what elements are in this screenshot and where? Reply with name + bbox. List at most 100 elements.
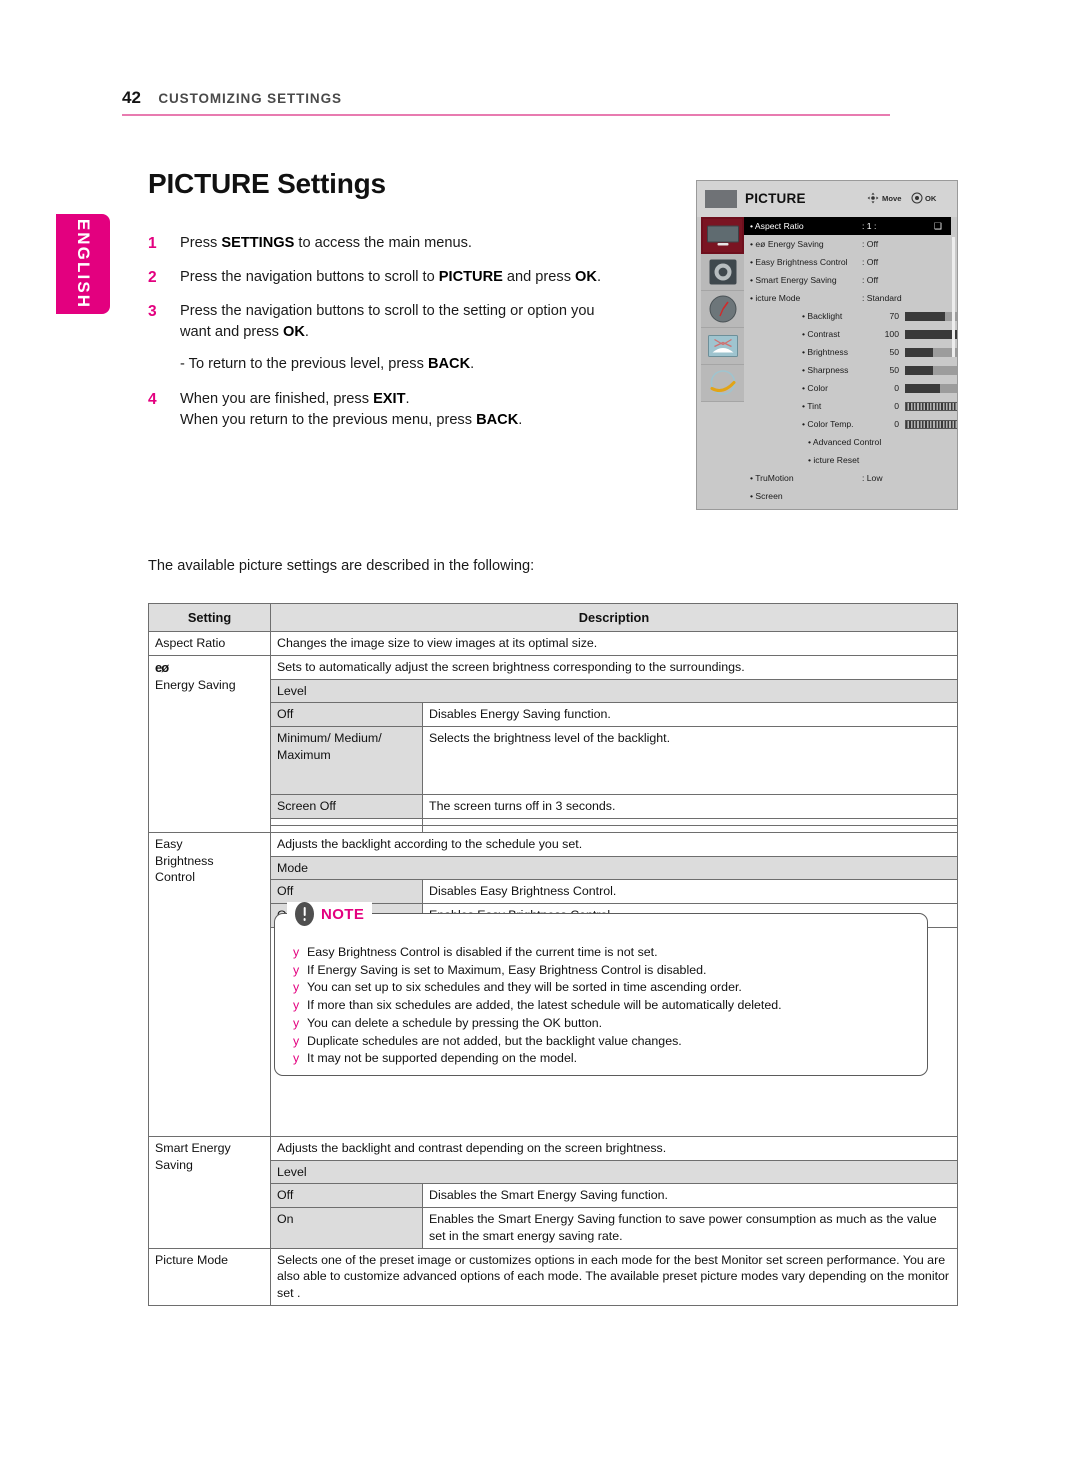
osd-menu-item[interactable]: • Aspect Ratio: 1 : ❑: [744, 217, 951, 235]
osd-slider-bar[interactable]: [905, 312, 957, 321]
osd-rail-monitor-icon[interactable]: [701, 217, 744, 254]
osd-ok-hint: OK: [925, 194, 937, 203]
osd-slider-value: 70: [889, 311, 899, 321]
desc-smart-off: Disables the Smart Energy Saving functio…: [422, 1183, 958, 1209]
osd-menu-item[interactable]: • Screen: [744, 487, 951, 505]
osd-slider-value: 50: [889, 347, 899, 357]
osd-item-value: : Off: [862, 275, 879, 285]
osd-scrollbar[interactable]: [952, 237, 955, 357]
instruction-steps: 1 Press SETTINGS to access the main menus…: [148, 233, 618, 444]
step-text: Press the navigation buttons to scroll t…: [180, 269, 601, 286]
osd-slider-bar[interactable]: [905, 402, 957, 411]
osd-rail-clock-icon[interactable]: [701, 291, 744, 328]
osd-item-value: : Off: [862, 239, 879, 249]
desc-energy-screen-off: The screen turns off in 3 seconds.: [422, 794, 958, 819]
desc-energy-levels: Selects the brightness level of the back…: [422, 726, 958, 796]
table-row: eø Energy Saving Sets to automatically a…: [148, 655, 958, 833]
osd-item-label: • TruMotion: [750, 473, 794, 483]
dpad-icon: [867, 192, 879, 204]
osd-rail-screen-icon[interactable]: [701, 328, 744, 365]
osd-item-arrow-icon: ❑: [933, 221, 942, 231]
osd-menu-item[interactable]: • icture Reset: [744, 451, 951, 469]
osd-item-value: : Standard: [862, 293, 902, 303]
osd-menu-item[interactable]: • icture Mode : Standard: [744, 289, 951, 307]
step-number: 4: [148, 390, 157, 408]
osd-item-label: • eø Energy Saving: [750, 239, 824, 249]
osd-item-label: • Advanced Control: [808, 437, 882, 447]
osd-icon-rail: [701, 217, 744, 465]
osd-title-bar: PICTURE Move OK: [697, 181, 957, 217]
osd-slider-bar[interactable]: [905, 384, 957, 393]
note-bullet-icon: y: [293, 1051, 300, 1066]
osd-slider-value: 100: [884, 329, 899, 339]
table-header-row: Setting Description: [148, 602, 958, 633]
osd-slider-row[interactable]: • Color Temp. 0: [744, 415, 957, 433]
step-text: Press the navigation buttons to scroll t…: [180, 303, 595, 341]
language-tab: ENGLISH: [56, 214, 110, 314]
note-bullet-icon: y: [293, 1015, 300, 1030]
osd-item-label: • Aspect Ratio: [750, 221, 804, 231]
osd-slider-bar[interactable]: [905, 420, 957, 429]
osd-slider-row[interactable]: • Contrast 100: [744, 325, 957, 343]
osd-menu-item[interactable]: • Easy Brightness Control: Off: [744, 253, 951, 271]
osd-move-hint: Move: [882, 194, 902, 203]
osd-logo-icon: [705, 190, 737, 208]
table-row: Off Disables the Smart Energy Saving fun…: [149, 1183, 958, 1209]
desc-smart-on: Enables the Smart Energy Saving function…: [422, 1207, 958, 1249]
note-label: NOTE: [321, 905, 365, 923]
osd-menu-item[interactable]: • TruMotion: Low: [744, 469, 951, 487]
osd-slider-label: • Brightness: [802, 347, 848, 357]
note-item: y It may not be supported depending on th…: [293, 1050, 913, 1068]
group-energy-saving-level: Level: [270, 678, 958, 704]
osd-slider-bar[interactable]: [905, 366, 957, 375]
group-easy-brightness-mode: Mode: [270, 855, 958, 881]
step-number: 3: [148, 303, 157, 321]
option-smart-off: Off: [270, 1183, 423, 1209]
intro-paragraph: The available picture settings are descr…: [148, 558, 535, 574]
osd-picture-menu-screenshot: PICTURE Move OK • Aspect Ratio: 1 : ❑ • eø…: [696, 180, 958, 510]
osd-slider-value: 50: [889, 365, 899, 375]
desc-smart-energy: Adjusts the backlight and contrast depen…: [270, 1135, 958, 1161]
osd-menu-item[interactable]: • Advanced Control: [744, 433, 951, 451]
osd-menu-item[interactable]: • Smart Energy Saving : Off: [744, 271, 951, 289]
osd-rail-speaker-icon[interactable]: [701, 254, 744, 291]
osd-slider-row[interactable]: • Tint 0: [744, 397, 957, 415]
note-box: NOTE y Easy Brightness Control is disable…: [274, 902, 928, 1076]
osd-slider-label: • Backlight: [802, 311, 843, 321]
table-row: Off Disables Easy Brightness Control.: [149, 879, 958, 905]
table-row: Level: [149, 678, 958, 704]
table-row: Picture Mode Selects one of the preset i…: [148, 1247, 958, 1306]
instruction-step-3: 3 Press the navigation buttons to scroll …: [148, 301, 618, 374]
osd-menu-item[interactable]: • eø Energy Saving : Off: [744, 235, 951, 253]
note-bullet-icon: y: [293, 962, 300, 977]
osd-rail-globe-icon[interactable]: [701, 365, 744, 402]
osd-slider-bar[interactable]: [905, 330, 957, 339]
table-row: Minimum/ Medium/ Maximum Selects the bri…: [149, 726, 958, 796]
desc-picture-mode: Selects one of the preset image or custo…: [270, 1247, 958, 1306]
desc-easy-off: Disables Easy Brightness Control.: [422, 879, 958, 905]
note-item: y Easy Brightness Control is disabled if …: [293, 944, 913, 962]
osd-item-label: • Smart Energy Saving: [750, 275, 837, 285]
osd-slider-row[interactable]: • Color 0: [744, 379, 957, 397]
option-easy-off: Off: [270, 879, 423, 905]
eco-icon: eø: [155, 660, 169, 675]
osd-item-label: • icture Mode: [750, 293, 801, 303]
note-item: y You can set up to six schedules and the…: [293, 979, 913, 997]
osd-slider-bar[interactable]: [905, 348, 957, 357]
step-text: When you are finished, press EXIT. When y…: [180, 390, 523, 428]
section-title: CUSTOMIZING SETTINGS: [158, 91, 342, 106]
setting-aspect-ratio: Aspect Ratio: [148, 631, 271, 656]
option-energy-levels: Minimum/ Medium/ Maximum: [270, 726, 423, 796]
osd-slider-row[interactable]: • Brightness 50: [744, 343, 957, 361]
table-row: Smart Energy Saving Adjusts the backligh…: [148, 1135, 958, 1249]
setting-easy-brightness-control: Easy Brightness Control: [148, 831, 271, 1137]
option-energy-screen-off: Screen Off: [270, 794, 423, 819]
step-number: 2: [148, 269, 157, 287]
osd-slider-row[interactable]: • Backlight 70: [744, 307, 957, 325]
note-title-strip: NOTE: [287, 902, 373, 926]
osd-slider-row[interactable]: • Sharpness 50: [744, 361, 957, 379]
option-energy-off: Off: [270, 702, 423, 728]
table-row: Off Disables Energy Saving function.: [149, 702, 958, 728]
group-smart-energy-level: Level: [270, 1159, 958, 1185]
osd-menu-title: PICTURE: [745, 191, 806, 206]
